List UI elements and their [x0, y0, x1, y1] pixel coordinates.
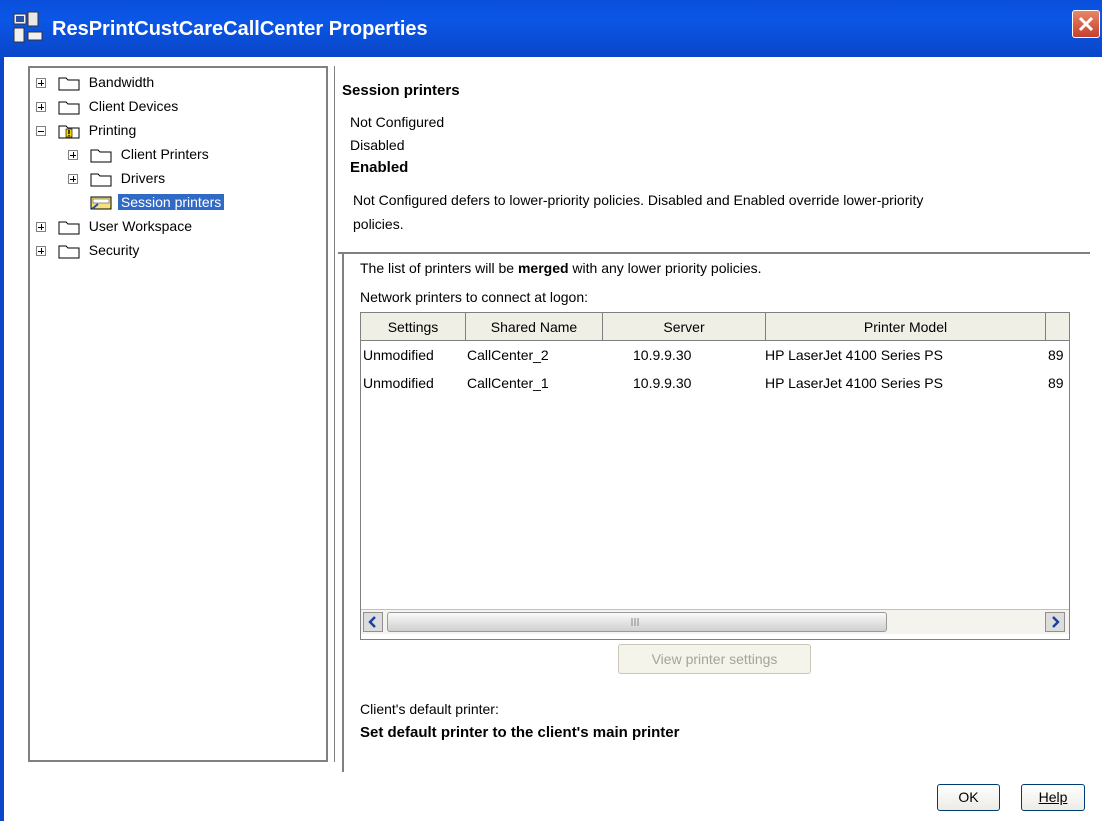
- folder-icon: [90, 173, 112, 187]
- tree-item-label: Security: [88, 242, 140, 258]
- tree-item-label: Printing: [88, 122, 137, 138]
- expand-icon[interactable]: [36, 222, 46, 233]
- column-header-shared-name[interactable]: Shared Name: [466, 313, 603, 341]
- cell-shared-name: CallCenter_2: [467, 347, 549, 363]
- scroll-right-button[interactable]: [1045, 612, 1065, 632]
- ok-button[interactable]: OK: [937, 784, 1000, 811]
- option-not-configured[interactable]: Not Configured: [350, 114, 444, 130]
- tree-item-bandwidth[interactable]: Bandwidth: [36, 70, 154, 94]
- arrow-right-icon: [1052, 616, 1060, 628]
- expand-icon[interactable]: [36, 102, 46, 113]
- help-button[interactable]: Help: [1021, 784, 1085, 811]
- tree-item-drivers[interactable]: Drivers: [68, 166, 165, 190]
- grip-icon: [631, 618, 639, 626]
- folder-icon: [90, 149, 112, 163]
- cell-printer-model: HP LaserJet 4100 Series PS: [765, 347, 943, 363]
- arrow-left-icon: [368, 616, 376, 628]
- splitter[interactable]: [334, 66, 337, 762]
- tree-item-client-devices[interactable]: Client Devices: [36, 94, 178, 118]
- horizontal-scrollbar[interactable]: [361, 609, 1069, 634]
- scroll-thumb[interactable]: [387, 612, 887, 632]
- table-row[interactable]: Unmodified CallCenter_2 10.9.9.30 HP Las…: [361, 343, 1069, 369]
- cell-settings: Unmodified: [363, 347, 434, 363]
- cell-server: 10.9.9.30: [633, 347, 692, 363]
- cell-settings: Unmodified: [363, 375, 434, 391]
- tree-item-label: User Workspace: [88, 218, 192, 234]
- cell-shared-name: CallCenter_1: [467, 375, 549, 391]
- close-button[interactable]: [1072, 10, 1100, 38]
- scroll-left-button[interactable]: [363, 612, 383, 632]
- computer-icon: [10, 10, 46, 48]
- folder-warning-icon: [58, 125, 80, 139]
- cell-extra: 89: [1048, 375, 1064, 391]
- tree-item-label: Drivers: [120, 170, 166, 186]
- column-header-settings[interactable]: Settings: [361, 313, 466, 341]
- tree-item-label: Session printers: [117, 194, 225, 210]
- window-title: ResPrintCustCareCallCenter Properties: [52, 18, 428, 40]
- merge-note: The list of printers will be merged with…: [360, 260, 762, 276]
- option-disabled[interactable]: Disabled: [350, 137, 404, 153]
- column-header-server[interactable]: Server: [603, 313, 766, 341]
- folder-icon: [58, 245, 80, 259]
- folder-icon: [58, 101, 80, 115]
- policy-tree[interactable]: Bandwidth Client Devices Printing Client…: [28, 66, 328, 762]
- default-printer-value: Set default printer to the client's main…: [360, 724, 680, 741]
- policy-description: Not Configured defers to lower-priority …: [353, 192, 924, 208]
- view-printer-settings-button[interactable]: View printer settings: [618, 644, 811, 674]
- tree-item-label: Client Devices: [88, 98, 179, 114]
- cell-extra: 89: [1048, 347, 1064, 363]
- session-printer-icon: [90, 196, 112, 211]
- column-header-printer-model[interactable]: Printer Model: [766, 313, 1046, 341]
- policy-description-continued: policies.: [353, 216, 404, 232]
- option-enabled[interactable]: Enabled: [350, 159, 408, 176]
- column-header-extra[interactable]: [1046, 313, 1069, 341]
- close-icon: [1078, 16, 1094, 32]
- cell-server: 10.9.9.30: [633, 375, 692, 391]
- tree-item-client-printers[interactable]: Client Printers: [68, 142, 209, 166]
- collapse-icon[interactable]: [36, 126, 46, 137]
- folder-icon: [58, 77, 80, 91]
- default-printer-label: Client's default printer:: [360, 701, 499, 717]
- help-label: Help: [1038, 789, 1068, 805]
- tree-item-label: Client Printers: [120, 146, 209, 162]
- expand-icon[interactable]: [68, 174, 78, 185]
- tree-item-printing[interactable]: Printing: [36, 118, 136, 142]
- tree-item-user-workspace[interactable]: User Workspace: [36, 214, 192, 238]
- tree-item-session-printers[interactable]: Session printers: [90, 190, 225, 214]
- tree-item-label: Bandwidth: [88, 74, 155, 90]
- expand-icon[interactable]: [36, 78, 46, 89]
- policy-heading: Session printers: [342, 82, 460, 99]
- cell-printer-model: HP LaserJet 4100 Series PS: [765, 375, 943, 391]
- printer-list[interactable]: Settings Shared Name Server Printer Mode…: [360, 312, 1070, 640]
- printer-list-label: Network printers to connect at logon:: [360, 289, 589, 305]
- expand-icon[interactable]: [68, 150, 78, 161]
- expand-icon[interactable]: [36, 246, 46, 257]
- folder-icon: [58, 221, 80, 235]
- table-row[interactable]: Unmodified CallCenter_1 10.9.9.30 HP Las…: [361, 371, 1069, 397]
- tree-item-security[interactable]: Security: [36, 238, 139, 262]
